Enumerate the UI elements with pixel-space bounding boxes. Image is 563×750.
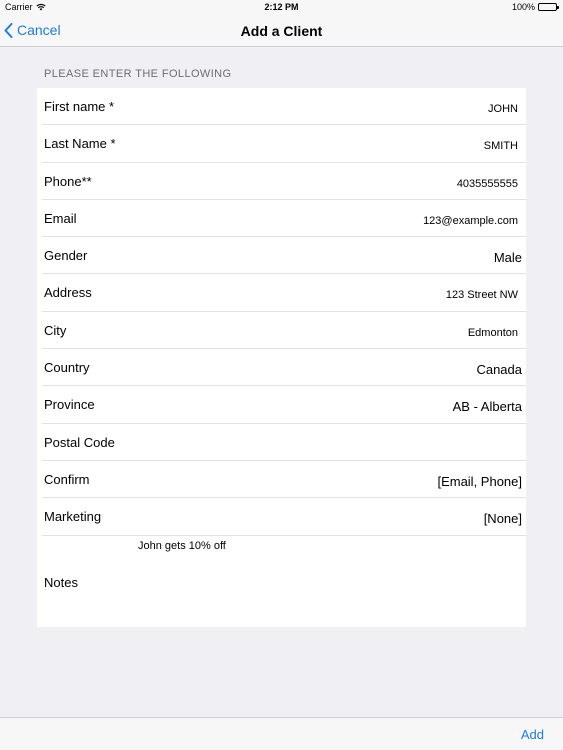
battery-icon — [538, 3, 559, 11]
navigation-bar: Cancel Add a Client — [0, 15, 563, 47]
gender-select[interactable]: Male — [494, 250, 522, 265]
city-row[interactable]: City Edmonton — [42, 312, 526, 350]
country-select[interactable]: Canada — [476, 362, 522, 377]
address-row[interactable]: Address 123 Street NW — [42, 274, 526, 312]
address-field[interactable]: 123 Street NW — [446, 289, 518, 301]
battery-info: 100% — [511, 2, 559, 12]
notes-label: Notes — [44, 574, 78, 590]
address-label: Address — [44, 285, 92, 301]
email-row[interactable]: Email 123@example.com — [42, 200, 526, 238]
client-form: First name * JOHN Last Name * SMITH Phon… — [37, 88, 526, 627]
marketing-label: Marketing — [44, 509, 102, 525]
section-header: PLEASE ENTER THE FOLLOWING — [44, 68, 232, 80]
country-label: Country — [44, 360, 90, 376]
city-field[interactable]: Edmonton — [468, 327, 518, 339]
phone-field[interactable]: 4035555555 — [457, 178, 518, 190]
last-name-row[interactable]: Last Name * SMITH — [42, 125, 526, 163]
notes-row[interactable]: John gets 10% off Notes — [42, 536, 526, 626]
province-select[interactable]: AB - Alberta — [453, 399, 522, 414]
phone-label: Phone** — [44, 173, 92, 189]
country-row[interactable]: Country Canada — [42, 349, 526, 387]
marketing-select[interactable]: [None] — [484, 511, 522, 526]
city-label: City — [44, 322, 67, 338]
status-bar: Carrier 2:12 PM 100% — [0, 0, 563, 15]
last-name-label: Last Name * — [44, 136, 116, 152]
add-button[interactable]: Add — [521, 727, 544, 742]
province-row[interactable]: Province AB - Alberta — [42, 386, 526, 424]
email-label: Email — [44, 210, 77, 226]
bottom-toolbar: Add — [0, 717, 563, 750]
first-name-label: First name * — [44, 99, 115, 114]
province-label: Province — [44, 397, 95, 413]
marketing-row[interactable]: Marketing [None] — [42, 498, 526, 536]
battery-percent: 100% — [511, 2, 535, 12]
status-time: 2:12 PM — [264, 2, 299, 12]
email-field[interactable]: 123@example.com — [423, 215, 518, 227]
notes-textarea[interactable]: John gets 10% off — [138, 540, 226, 552]
first-name-row[interactable]: First name * JOHN — [42, 88, 526, 126]
confirm-select[interactable]: [Email, Phone] — [437, 474, 522, 489]
postal-code-row[interactable]: Postal Code — [42, 424, 526, 461]
confirm-row[interactable]: Confirm [Email, Phone] — [42, 461, 526, 499]
page-title: Add a Client — [240, 23, 323, 39]
gender-label: Gender — [44, 248, 88, 264]
last-name-field[interactable]: SMITH — [484, 140, 518, 152]
first-name-field[interactable]: JOHN — [488, 103, 518, 115]
postal-code-label: Postal Code — [44, 434, 115, 450]
confirm-label: Confirm — [44, 471, 90, 487]
gender-row[interactable]: Gender Male — [42, 237, 526, 275]
phone-row[interactable]: Phone** 4035555555 — [42, 163, 526, 200]
